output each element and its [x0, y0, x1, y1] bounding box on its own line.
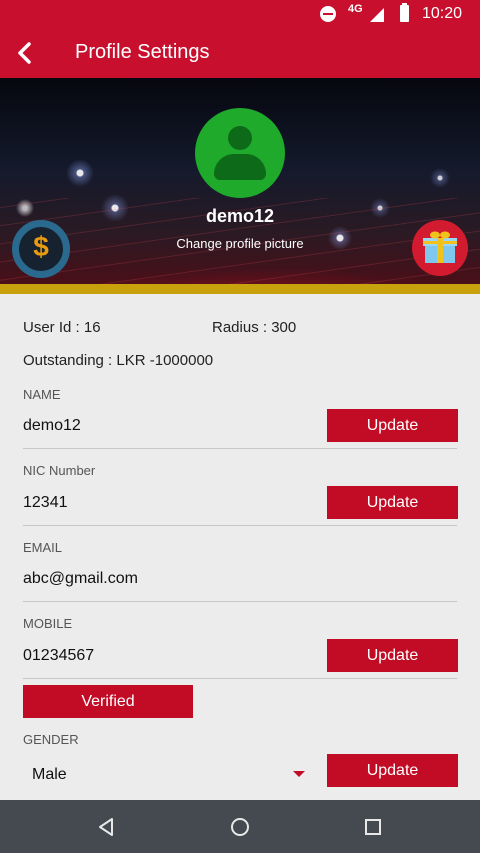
- profile-username: demo12: [205, 206, 275, 226]
- mobile-divider: [23, 678, 457, 679]
- change-profile-picture-link[interactable]: Change profile picture: [120, 236, 360, 251]
- dollar-icon[interactable]: $: [12, 220, 70, 278]
- nav-recents-icon[interactable]: [363, 817, 383, 837]
- battery-icon: [400, 3, 409, 22]
- app-bar: Profile Settings: [0, 28, 480, 78]
- nav-home-icon[interactable]: [229, 816, 251, 838]
- email-field[interactable]: abc@gmail.com: [23, 570, 138, 588]
- back-arrow-icon[interactable]: [12, 36, 42, 70]
- outstanding-text: Outstanding : LKR -1000000: [23, 352, 214, 369]
- page-title: Profile Settings: [75, 41, 210, 63]
- signal-icon: [370, 8, 384, 22]
- update-name-button[interactable]: Update: [327, 409, 458, 442]
- update-nic-button[interactable]: Update: [327, 486, 458, 519]
- user-avatar-icon[interactable]: [195, 108, 285, 198]
- gift-icon[interactable]: [412, 220, 468, 276]
- accent-divider: [0, 284, 480, 294]
- mobile-label: MOBILE: [23, 616, 73, 631]
- dollar-symbol: $: [33, 231, 49, 262]
- nic-divider: [23, 525, 457, 526]
- user-id-text: User Id : 16: [23, 319, 101, 336]
- update-mobile-button[interactable]: Update: [327, 639, 458, 672]
- status-time: 10:20: [422, 5, 463, 22]
- do-not-disturb-icon: [320, 6, 336, 22]
- avatar-head: [228, 126, 252, 150]
- email-label: EMAIL: [23, 540, 63, 555]
- network-type: 4G: [348, 3, 363, 15]
- dropdown-arrow-icon[interactable]: [293, 771, 305, 777]
- nav-back-icon[interactable]: [96, 816, 118, 838]
- avatar-body: [214, 154, 266, 180]
- name-field[interactable]: demo12: [23, 417, 81, 435]
- radius-text: Radius : 300: [212, 319, 297, 336]
- nic-field[interactable]: 12341: [23, 494, 68, 512]
- system-nav-bar: [0, 800, 480, 853]
- gender-label: GENDER: [23, 732, 79, 747]
- mobile-field[interactable]: 01234567: [23, 647, 94, 665]
- email-divider: [23, 601, 457, 602]
- nic-label: NIC Number: [23, 463, 96, 478]
- name-divider: [23, 448, 457, 449]
- status-bar: 4G 10:20: [0, 0, 480, 28]
- gender-select[interactable]: Male: [32, 766, 67, 784]
- name-label: NAME: [23, 387, 61, 402]
- verified-button[interactable]: Verified: [23, 685, 193, 718]
- update-gender-button[interactable]: Update: [327, 754, 458, 787]
